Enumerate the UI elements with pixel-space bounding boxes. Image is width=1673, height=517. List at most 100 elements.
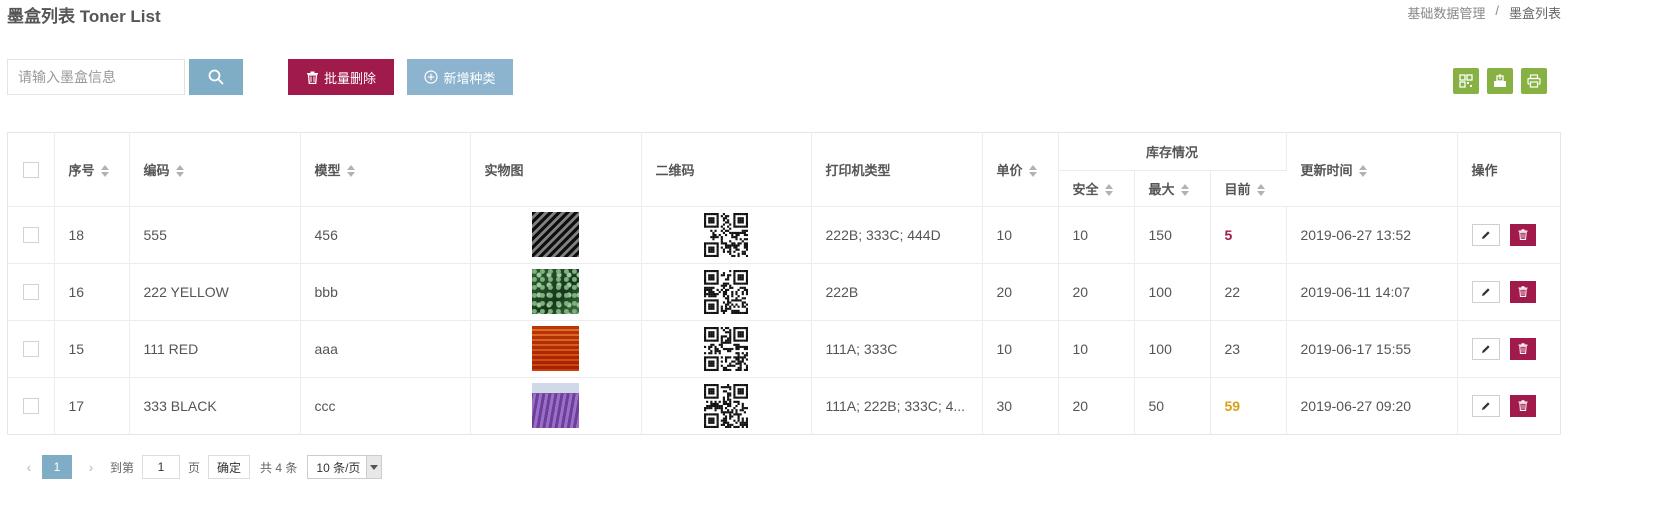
cell-safe: 10 — [1058, 320, 1135, 378]
export-tool-button[interactable] — [1487, 68, 1513, 94]
row-checkbox[interactable] — [22, 341, 39, 358]
cell-seq: 17 — [54, 377, 130, 434]
sort-icon[interactable] — [1028, 165, 1038, 178]
cell-printer-type: 222B — [811, 263, 983, 321]
qrcode-image[interactable] — [704, 212, 748, 257]
product-photo[interactable] — [532, 212, 579, 257]
page-size-value: 10 条/页 — [316, 460, 361, 475]
trash-icon — [1518, 286, 1527, 297]
cell-printer-type: 111A; 333C — [811, 320, 983, 378]
delete-button[interactable] — [1509, 280, 1536, 303]
sort-icon[interactable] — [100, 165, 110, 178]
page-unit-label: 页 — [188, 460, 201, 475]
cell-max: 50 — [1134, 377, 1211, 434]
table-row: 18 555 456 222B; 333C; 444D 10 10 150 5 … — [8, 206, 1560, 264]
cell-updated: 2019-06-17 15:55 — [1286, 320, 1458, 378]
cell-safe: 10 — [1058, 206, 1135, 264]
row-checkbox[interactable] — [22, 398, 39, 415]
next-page-icon[interactable]: › — [82, 459, 100, 475]
header-photo: 实物图 — [470, 133, 642, 207]
cell-updated: 2019-06-27 09:20 — [1286, 377, 1458, 434]
cell-seq: 15 — [54, 320, 130, 378]
product-photo[interactable] — [532, 383, 579, 429]
row-checkbox[interactable] — [22, 227, 39, 244]
edit-button[interactable] — [1471, 394, 1500, 417]
edit-button[interactable] — [1471, 280, 1500, 303]
trash-icon — [1518, 400, 1527, 412]
page-size-select[interactable]: 10 条/页 — [307, 455, 383, 479]
cell-printer-type: 222B; 333C; 444D — [811, 206, 983, 264]
cell-price: 10 — [982, 206, 1059, 264]
search-button[interactable] — [189, 59, 243, 95]
search-icon — [208, 69, 224, 85]
cell-model: ccc — [300, 377, 471, 434]
sort-icon[interactable] — [1358, 165, 1368, 178]
delete-button[interactable] — [1509, 223, 1536, 246]
header-price[interactable]: 单价 — [982, 133, 1059, 207]
pagination: ‹ 1 › 到第 页 确定 共 4 条 10 条/页 — [20, 455, 383, 479]
edit-button[interactable] — [1471, 223, 1500, 246]
cell-code: 111 RED — [129, 320, 301, 378]
breadcrumb-parent[interactable]: 基础数据管理 — [1407, 3, 1485, 22]
select-all-checkbox[interactable] — [22, 161, 39, 178]
batch-delete-button[interactable]: 批量删除 — [288, 59, 394, 95]
cell-current: 23 — [1210, 320, 1287, 378]
print-tool-button[interactable] — [1521, 68, 1547, 94]
prev-page-icon[interactable]: ‹ — [20, 459, 38, 475]
cell-ops — [1457, 263, 1560, 321]
header-max[interactable]: 最大 — [1134, 170, 1211, 207]
cell-model: 456 — [300, 206, 471, 264]
qrcode-image[interactable] — [704, 269, 748, 314]
pencil-icon — [1481, 344, 1490, 353]
product-photo[interactable] — [532, 269, 579, 314]
cell-current: 22 — [1210, 263, 1287, 321]
search-input[interactable] — [7, 59, 185, 95]
add-type-button[interactable]: 新增种类 — [407, 59, 513, 95]
header-code[interactable]: 编码 — [129, 133, 301, 207]
cell-max: 150 — [1134, 206, 1211, 264]
header-stock: 库存情况 — [1058, 133, 1287, 171]
cell-code: 555 — [129, 206, 301, 264]
pencil-icon — [1481, 402, 1490, 410]
cell-ops — [1457, 206, 1560, 264]
goto-confirm-button[interactable]: 确定 — [208, 455, 251, 479]
sort-icon[interactable] — [1256, 184, 1266, 197]
page-number-current[interactable]: 1 — [42, 455, 72, 479]
header-model[interactable]: 模型 — [300, 133, 471, 207]
header-qrcode: 二维码 — [641, 133, 812, 207]
sort-icon[interactable] — [1104, 184, 1114, 197]
cell-current: 59 — [1210, 377, 1287, 434]
edit-button[interactable] — [1471, 337, 1500, 360]
sort-icon[interactable] — [175, 165, 185, 178]
product-photo[interactable] — [532, 326, 579, 371]
cell-seq: 16 — [54, 263, 130, 321]
header-current[interactable]: 目前 — [1210, 170, 1286, 207]
delete-button[interactable] — [1509, 394, 1536, 417]
header-printer-type: 打印机类型 — [811, 133, 983, 207]
header-select-all[interactable] — [8, 133, 55, 207]
sort-icon[interactable] — [1180, 184, 1190, 197]
header-seq[interactable]: 序号 — [54, 133, 130, 207]
sort-icon[interactable] — [346, 165, 356, 178]
toner-table: 序号 编码 模型 实物图 二维码 打印机类型 单价 库存情况 更新时间 操作 安… — [7, 132, 1561, 435]
qrcode-image[interactable] — [704, 383, 748, 428]
chevron-down-icon — [366, 456, 382, 478]
cell-current: 5 — [1210, 206, 1287, 264]
header-safe[interactable]: 安全 — [1058, 170, 1135, 207]
stock-current-value: 59 — [1224, 397, 1241, 414]
qrcode-tool-button[interactable] — [1453, 68, 1479, 94]
add-type-label: 新增种类 — [443, 70, 496, 86]
stock-current-value: 22 — [1224, 283, 1241, 300]
cell-price: 20 — [982, 263, 1059, 321]
delete-button[interactable] — [1509, 337, 1536, 360]
cell-seq: 18 — [54, 206, 130, 264]
goto-page-input[interactable] — [142, 455, 181, 479]
qrcode-image[interactable] — [704, 326, 748, 371]
row-checkbox[interactable] — [22, 284, 39, 301]
cell-price: 30 — [982, 377, 1059, 434]
cell-ops — [1457, 377, 1560, 434]
total-count: 共 4 条 — [260, 460, 298, 475]
header-updated[interactable]: 更新时间 — [1286, 133, 1458, 207]
breadcrumb: 基础数据管理 / 墨盒列表 — [1407, 3, 1561, 22]
breadcrumb-current: 墨盒列表 — [1508, 6, 1561, 21]
